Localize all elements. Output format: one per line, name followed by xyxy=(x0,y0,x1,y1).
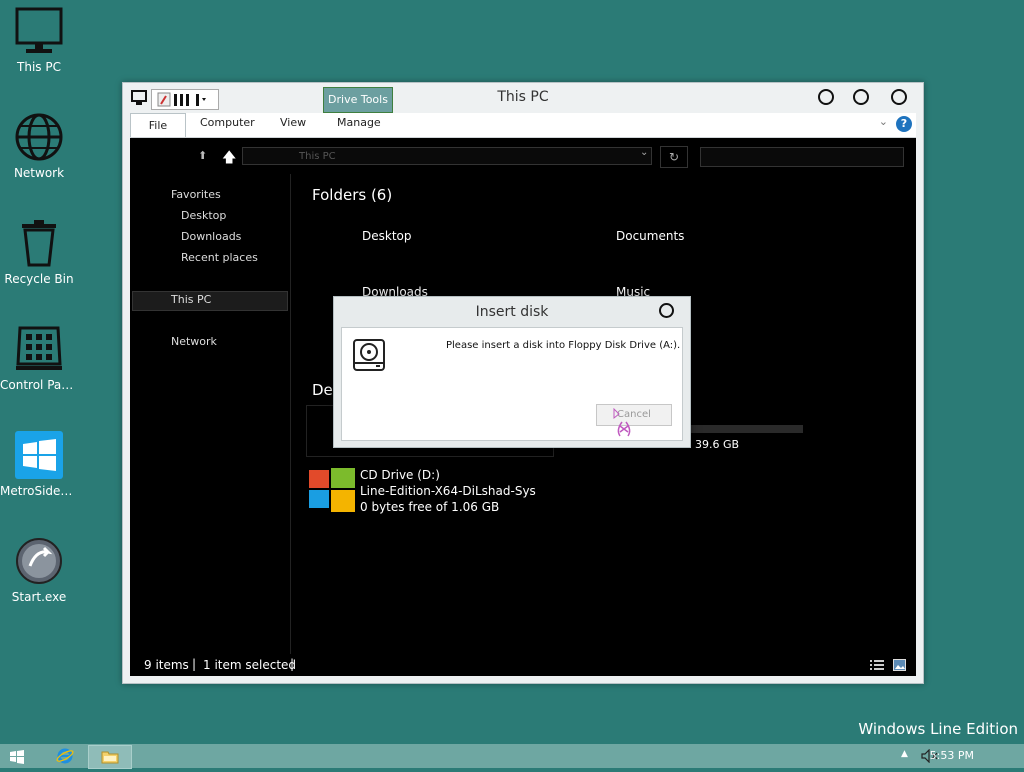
recycle-bin-icon xyxy=(14,218,64,268)
address-bar[interactable]: This PC xyxy=(242,147,652,165)
minimize-button[interactable] xyxy=(818,89,834,105)
status-bar: 9 items | 1 item selected | xyxy=(130,656,916,676)
windows-logo-icon xyxy=(306,465,358,518)
cd-drive-name: CD Drive (D:) xyxy=(360,468,440,482)
desktop-icon-network[interactable]: Network xyxy=(0,112,78,180)
nav-item-network[interactable]: Network xyxy=(171,335,217,348)
nav-item-downloads[interactable]: Downloads xyxy=(181,230,241,243)
close-button[interactable] xyxy=(891,89,907,105)
dialog-message: Please insert a disk into Floppy Disk Dr… xyxy=(446,340,681,351)
c-drive-capacity-bar xyxy=(676,425,803,433)
back-arrow-icon[interactable]: ⬆ xyxy=(198,149,207,162)
desktop-icon-metrosidebar[interactable]: MetroSideb... xyxy=(0,430,78,498)
help-icon[interactable]: ? xyxy=(896,116,912,132)
desktop-icon-label: Control Panel xyxy=(0,378,78,392)
status-divider: | xyxy=(290,657,295,671)
windows-tile-icon xyxy=(14,430,64,480)
tab-manage[interactable]: Manage xyxy=(337,116,381,129)
cursor-icon xyxy=(612,407,636,443)
globe-icon xyxy=(14,112,64,162)
show-hidden-icons-arrow-icon[interactable]: ▲ xyxy=(901,749,908,759)
monitor-icon xyxy=(14,6,64,56)
refresh-icon[interactable]: ↻ xyxy=(660,146,688,168)
navigation-pane: Favorites Desktop Downloads Recent place… xyxy=(130,174,291,654)
c-drive-free-space: 39.6 GB xyxy=(695,438,740,451)
status-item-count: 9 items xyxy=(144,658,189,672)
search-input[interactable] xyxy=(700,147,904,167)
dialog-close-button[interactable] xyxy=(659,303,674,318)
nav-item-desktop[interactable]: Desktop xyxy=(181,209,226,222)
cd-drive-free-space: 0 bytes free of 1.06 GB xyxy=(360,500,500,514)
start-button[interactable] xyxy=(10,750,24,772)
folder-documents[interactable]: Documents xyxy=(616,229,684,243)
title-bar[interactable]: Drive Tools This PC xyxy=(123,83,923,113)
taskbar-clock[interactable]: 5:53 PM xyxy=(930,749,974,762)
navigation-bar: ⬆ 🡅 This PC ⌄ ↻ xyxy=(130,138,916,174)
tab-computer[interactable]: Computer xyxy=(200,116,255,129)
desktop-icon-this-pc[interactable]: This PC xyxy=(0,6,78,74)
edition-watermark: Windows Line Edition xyxy=(858,720,1018,738)
dialog-title: Insert disk xyxy=(475,304,549,320)
taskbar-file-explorer[interactable] xyxy=(88,745,132,769)
cd-drive-tile[interactable]: CD Drive (D:) Line-Edition-X64-DiLshad-S… xyxy=(306,465,566,519)
desktop-icon-start-exe[interactable]: Start.exe xyxy=(0,536,78,604)
tab-view[interactable]: View xyxy=(280,116,306,129)
internet-explorer-icon xyxy=(56,748,74,767)
desktop-icon-label: MetroSideb... xyxy=(0,484,78,498)
taskbar: ▲ 5:53 PM xyxy=(0,744,1024,769)
desktop-icon-control-panel[interactable]: Control Panel xyxy=(0,324,78,392)
status-divider: | xyxy=(192,657,197,671)
desktop-icon-label: Start.exe xyxy=(11,590,67,604)
address-dropdown-icon[interactable]: ⌄ xyxy=(640,147,648,158)
dialog-body: Please insert a disk into Floppy Disk Dr… xyxy=(341,327,683,441)
control-panel-icon xyxy=(14,324,64,374)
desktop-icon-label: This PC xyxy=(17,60,61,74)
nav-item-this-pc[interactable]: This PC xyxy=(171,293,211,306)
insert-disk-dialog: Insert disk Please insert a disk into Fl… xyxy=(333,296,691,448)
up-arrow-icon[interactable]: 🡅 xyxy=(222,147,236,171)
start-orb-icon xyxy=(14,536,64,586)
nav-favorites[interactable]: Favorites xyxy=(171,188,221,201)
cd-drive-label: Line-Edition-X64-DiLshad-Sys xyxy=(360,484,536,498)
folder-desktop[interactable]: Desktop xyxy=(362,229,412,243)
desktop-icon-recycle-bin[interactable]: Recycle Bin xyxy=(0,218,78,286)
details-view-icon[interactable] xyxy=(870,659,884,674)
expand-ribbon-chevron-icon[interactable]: ⌄ xyxy=(879,115,888,128)
windows-logo-icon xyxy=(10,750,24,767)
desktop-icon-label: Recycle Bin xyxy=(4,272,74,286)
status-selected-count: 1 item selected xyxy=(203,658,297,672)
maximize-button[interactable] xyxy=(853,89,869,105)
tab-file[interactable]: File xyxy=(130,113,186,137)
taskbar-internet-explorer[interactable] xyxy=(46,745,84,767)
disk-drive-icon xyxy=(352,338,386,375)
ribbon-tabs: File Computer View Manage ⌄ ? xyxy=(130,113,916,138)
folder-icon xyxy=(101,749,119,768)
window-title: This PC xyxy=(497,89,549,105)
nav-item-recent-places[interactable]: Recent places xyxy=(181,251,258,264)
large-icons-view-icon[interactable] xyxy=(893,659,906,674)
folders-header[interactable]: Folders (6) xyxy=(312,186,392,204)
desktop-icon-label: Network xyxy=(13,166,65,180)
